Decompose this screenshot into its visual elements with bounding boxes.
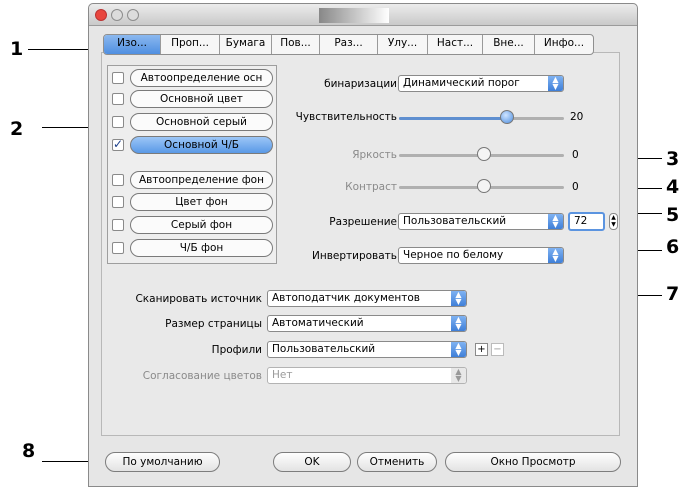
list-item-auto-detect-bg[interactable]: Автоопределение фон	[130, 171, 273, 189]
callout-5: 5	[666, 204, 680, 226]
preview-button[interactable]: Окно Просмотр	[445, 452, 621, 472]
zoom-button[interactable]	[127, 9, 139, 21]
contrast-value: 0	[572, 181, 579, 193]
binarization-value: Динамический порог	[403, 77, 520, 89]
select-arrows-icon: ▲ ▼	[451, 316, 466, 331]
list-item-color-bg[interactable]: Цвет фон	[130, 193, 273, 211]
contrast-label: Контраст	[345, 181, 397, 193]
remove-profile-button[interactable]: −	[491, 343, 504, 356]
callout-1: 1	[10, 38, 24, 60]
checkbox-gray-bg[interactable]	[112, 219, 124, 231]
callout-2: 2	[10, 118, 24, 140]
callout-6: 6	[666, 236, 680, 258]
checkbox-color-bg[interactable]	[112, 196, 124, 208]
page-size-label: Размер страницы	[165, 318, 262, 330]
checkbox-auto-detect-bg[interactable]	[112, 174, 124, 186]
list-item-auto-detect-main[interactable]: Автоопределение осн	[130, 69, 273, 87]
checkbox-main-color[interactable]	[112, 93, 124, 105]
brightness-label: Яркость	[352, 149, 397, 161]
list-item-gray-bg[interactable]: Серый фон	[130, 216, 273, 234]
image-mode-list: Автоопределение осн Основной цвет Основн…	[107, 65, 277, 264]
tab-settings[interactable]: Наст...	[428, 35, 483, 54]
list-item-bw-bg[interactable]: Ч/Б фон	[130, 239, 273, 257]
callout-8: 8	[22, 440, 36, 462]
cancel-button[interactable]: Отменить	[357, 452, 437, 472]
minimize-button[interactable]	[111, 9, 123, 21]
select-arrows-icon: ▲ ▼	[548, 248, 563, 263]
profiles-select[interactable]: Пользовательский ▲ ▼	[267, 341, 467, 358]
resolution-select[interactable]: Пользовательский ▲ ▼	[398, 213, 564, 230]
list-item-main-color[interactable]: Основной цвет	[130, 90, 273, 108]
profiles-label: Профили	[211, 344, 262, 356]
list-item-main-bw[interactable]: Основной Ч/Б	[130, 136, 273, 154]
checkbox-main-gray[interactable]	[112, 116, 124, 128]
binarization-select[interactable]: Динамический порог ▲ ▼	[398, 75, 564, 92]
select-arrows-icon: ▲ ▼	[451, 368, 466, 383]
color-match-select[interactable]: Нет ▲ ▼	[267, 367, 467, 384]
binarization-label: бинаризации	[324, 78, 397, 90]
tab-image[interactable]: Изо...	[104, 35, 161, 54]
select-arrows-icon: ▲ ▼	[548, 76, 563, 91]
profiles-value: Пользовательский	[272, 343, 376, 355]
ok-button[interactable]: OK	[273, 452, 351, 472]
tab-paper[interactable]: Бумага	[220, 35, 272, 54]
page-size-value: Автоматический	[272, 317, 364, 329]
color-match-label: Согласование цветов	[142, 370, 262, 382]
checkbox-main-bw[interactable]	[112, 137, 124, 151]
select-arrows-icon: ▲ ▼	[548, 214, 563, 229]
page-size-select[interactable]: Автоматический ▲ ▼	[267, 315, 467, 332]
tab-enhance[interactable]: Улу...	[378, 35, 428, 54]
resolution-stepper[interactable]: ▲ ▼	[609, 213, 618, 230]
close-button[interactable]	[95, 9, 107, 21]
contrast-slider-knob[interactable]	[477, 179, 491, 193]
tab-info[interactable]: Инфо...	[535, 35, 593, 54]
checkbox-auto-detect-main[interactable]	[112, 72, 124, 84]
select-arrows-icon: ▲ ▼	[451, 291, 466, 306]
callout-3: 3	[666, 148, 680, 170]
dialog-window: Изо... Проп... Бумага Пов... Раз... Улу.…	[88, 3, 638, 487]
select-arrows-icon: ▲ ▼	[451, 342, 466, 357]
callout-7: 7	[666, 283, 680, 305]
brightness-value: 0	[572, 149, 579, 161]
window-title-image	[319, 8, 389, 23]
default-button[interactable]: По умолчанию	[105, 452, 220, 472]
titlebar	[89, 4, 637, 26]
add-profile-button[interactable]: +	[475, 343, 488, 356]
scan-source-select[interactable]: Автоподатчик документов ▲ ▼	[267, 290, 467, 307]
sensitivity-slider-knob[interactable]	[500, 110, 514, 124]
scan-source-label: Сканировать источник	[135, 293, 262, 305]
color-match-value: Нет	[272, 369, 293, 381]
tab-rotate[interactable]: Пов...	[272, 35, 320, 54]
sensitivity-value: 20	[570, 111, 584, 123]
tab-external[interactable]: Вне...	[483, 35, 535, 54]
checkbox-bw-bg[interactable]	[112, 242, 124, 254]
callout-2-line	[42, 127, 94, 128]
sensitivity-label: Чувствительность	[295, 111, 397, 123]
resolution-value: Пользовательский	[403, 215, 507, 227]
invert-select[interactable]: Черное по белому ▲ ▼	[398, 247, 564, 264]
list-item-main-gray[interactable]: Основной серый	[130, 113, 273, 131]
brightness-slider-knob[interactable]	[477, 147, 491, 161]
tab-properties[interactable]: Проп...	[161, 35, 220, 54]
tab-split[interactable]: Раз...	[320, 35, 378, 54]
tab-bar: Изо... Проп... Бумага Пов... Раз... Улу.…	[103, 34, 594, 55]
callout-4: 4	[666, 176, 680, 198]
sensitivity-slider-fill	[399, 117, 506, 120]
invert-value: Черное по белому	[403, 249, 504, 261]
resolution-label: Разрешение	[329, 216, 397, 228]
invert-label: Инвертировать	[312, 250, 397, 262]
resolution-number-input[interactable]: 72	[568, 212, 605, 231]
scan-source-value: Автоподатчик документов	[272, 292, 420, 304]
